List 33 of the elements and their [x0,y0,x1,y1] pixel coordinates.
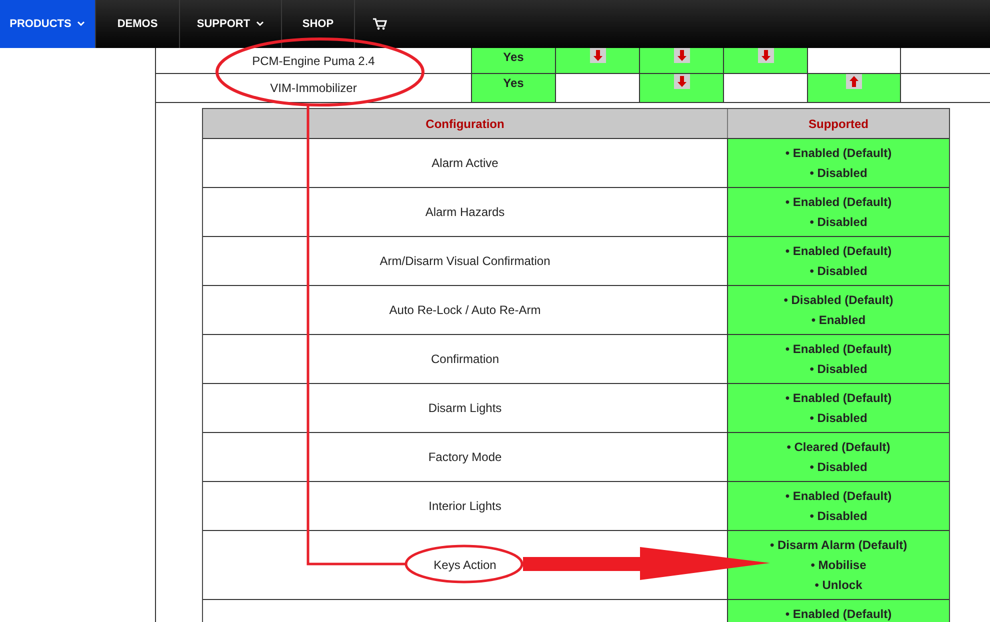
option-text: • Cleared (Default) [786,439,890,456]
option-text: • Enabled (Default) [785,390,892,407]
nav-tab[interactable]: SHOP [282,0,355,48]
option-text: • Disabled [810,263,868,280]
table-cell: Yes [471,48,555,73]
nav-tab[interactable]: SUPPORT [180,0,282,48]
option-text: • Enabled [811,312,866,329]
option-text: • Enabled (Default) [785,341,892,358]
option-text: • Disabled [810,165,868,182]
option-text: • Enabled (Default) [785,243,892,260]
option-text: • Unlock [814,577,862,594]
option-text: • Enabled (Default) [785,606,892,622]
option-text: • Enabled (Default) [785,194,892,211]
nav-tab[interactable]: PRODUCTS [0,0,96,48]
table-cell-text: PCM-Engine Puma 2.4 [251,52,376,70]
column-header: Supported [727,109,949,138]
column-header: Configuration [424,116,506,132]
option-text: • Disabled (Default) [784,292,894,309]
option-text: • Enabled (Default) [785,145,892,162]
option-text: • Mobilise [810,557,866,574]
option-text: • Disabled [810,214,868,231]
option-text: • Disabled [810,361,868,378]
chevron-down-icon [77,21,86,27]
table-cell-text: VIM-Immobilizer [269,80,358,97]
option-text: • Disarm Alarm (Default) [770,537,908,554]
table-cell: Yes [471,74,555,102]
option-text: • Disabled [810,459,868,476]
chevron-down-icon [256,21,264,27]
option-text: • Disabled [810,410,868,427]
option-text: • Disabled [810,508,868,525]
option-text: • Enabled (Default) [785,488,892,505]
cart-icon [373,18,387,30]
nav-tab[interactable]: DEMOS [96,0,180,48]
